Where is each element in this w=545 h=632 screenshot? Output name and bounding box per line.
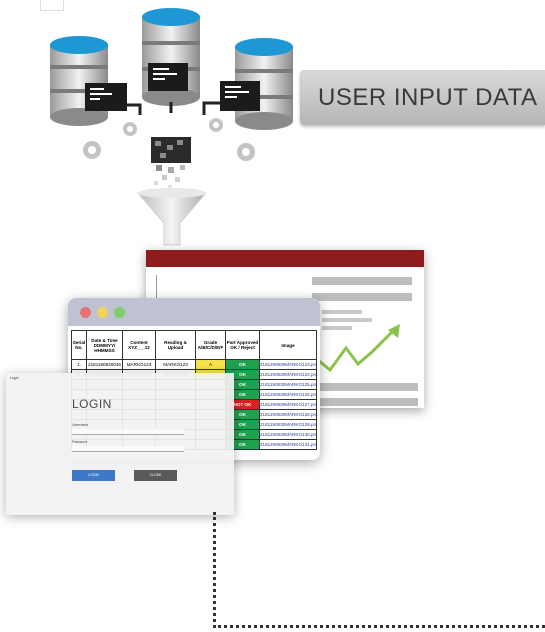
login-button[interactable]: LOGIN [72,470,115,481]
image-cell: 2181190830MARKO131.png [259,439,317,450]
column-header: Reading & Upload [155,330,196,360]
close-button[interactable]: CLOSE [134,470,177,481]
content-cell: MARKO123 [122,359,156,370]
column-header: Content XYZ___12 [122,330,156,360]
database-icon-right [220,38,293,130]
image-cell: 2181190830MARKO125.png [259,379,317,390]
column-header: Serial No. [71,330,87,360]
image-cell: 2181190830MARKO126.png [259,389,317,400]
column-header: Image [259,330,317,360]
username-label: Username [72,423,89,427]
text-placeholder-line [312,293,412,301]
reading-cell: MARKO123 [155,359,196,370]
image-cell: 2181190830MARKO128.png [259,409,317,420]
text-placeholder-line [312,277,412,285]
report-header-bar [146,250,424,267]
login-window: Login LOGIN Username Password LOGIN CLOS… [6,373,234,515]
column-header: Date & Time DDMMYY/ HHMMSS [86,330,123,360]
column-header: Part Approved OK / Reject [225,330,260,360]
text-placeholder-line [322,310,362,314]
funnel-icon [136,188,208,246]
grade-cell: A [195,359,226,370]
minimize-dot-icon[interactable] [97,307,108,318]
image-cell: 2181190830MARKO130.png [259,429,317,440]
dotted-connector-horizontal [213,625,545,628]
password-field[interactable] [72,446,184,452]
username-field[interactable] [72,429,184,435]
column-header: Grade A/B/C/D/E/F [195,330,226,360]
image-cell: 2181190830MARKO123.png [259,359,317,370]
image-cell: 2181190830MARKO129.png [259,419,317,430]
data-sources-illustration [50,8,293,246]
arrow-right-icon [202,101,220,115]
serial-cell: 1. [71,359,87,370]
dotted-connector-vertical [213,512,216,628]
table-row: 1. 2181190830045 MARKO123 MARKO123 A OK 218119… [71,359,317,370]
maximize-dot-icon[interactable] [114,307,125,318]
text-placeholder-line [312,383,418,391]
image-cell: 2181190830MARKO124.png [259,369,317,380]
login-heading: LOGIN [72,397,112,411]
status-cell: OK [225,359,260,370]
image-cell: 2181190830MARKO127.png [259,399,317,410]
user-input-data-banner: USER INPUT DATA [300,70,545,125]
banner-label: USER INPUT DATA [318,84,538,111]
window-titlebar [68,298,320,326]
arrow-left-icon [127,103,142,115]
datetime-cell: 2181190830045 [86,359,123,370]
close-dot-icon[interactable] [80,307,91,318]
password-label: Password [72,440,88,444]
database-icon-left [50,36,127,126]
data-block-icon [151,137,191,189]
text-placeholder-line [312,398,418,406]
database-icon-center [142,8,200,106]
window-title: Login [10,376,19,380]
